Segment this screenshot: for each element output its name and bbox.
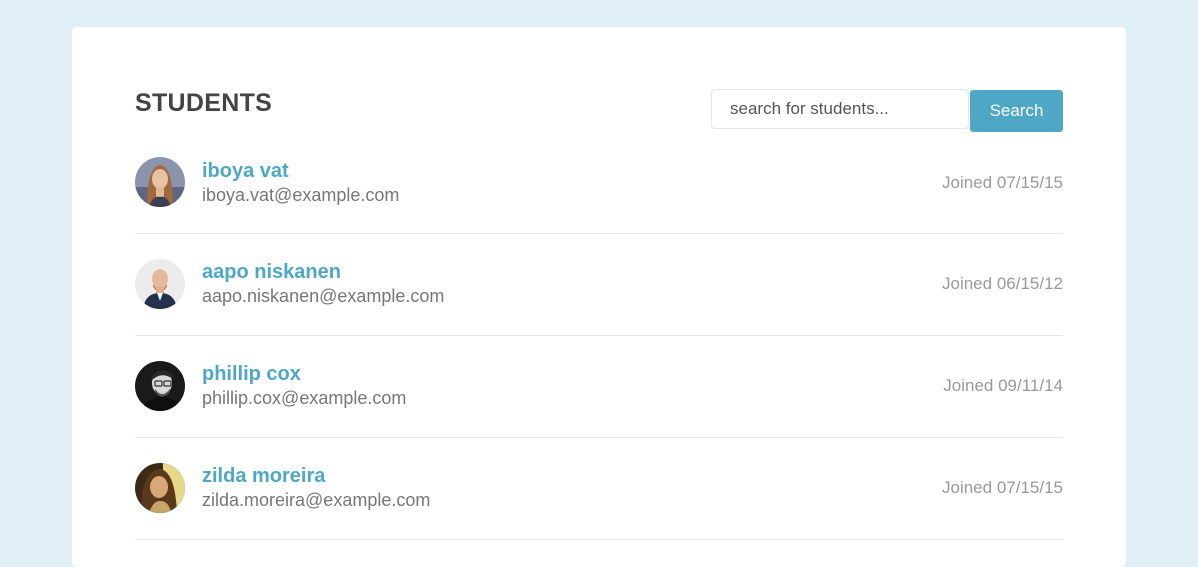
search-input[interactable] — [711, 89, 969, 129]
student-email: phillip.cox@example.com — [202, 388, 407, 408]
student-name-link[interactable]: iboya vat — [202, 159, 399, 183]
students-card: STUDENTS Search iboya vat iboya.vat@exam… — [72, 27, 1126, 567]
avatar-photo-man-glasses-icon — [135, 361, 185, 411]
student-email: zilda.moreira@example.com — [202, 490, 431, 510]
joined-date: Joined 07/15/15 — [942, 173, 1063, 192]
student-info: aapo niskanen aapo.niskanen@example.com — [202, 260, 444, 308]
student-info: phillip cox phillip.cox@example.com — [202, 362, 406, 410]
student-email: iboya.vat@example.com — [202, 185, 400, 205]
avatar-photo-man-icon — [135, 259, 185, 309]
student-row: phillip cox phillip.cox@example.com Join… — [135, 336, 1063, 438]
joined-date: Joined 09/11/14 — [943, 376, 1063, 395]
avatar[interactable] — [135, 157, 185, 207]
search-bar: Search — [711, 89, 1063, 133]
page-title: STUDENTS — [135, 89, 273, 117]
student-name-link[interactable]: zilda moreira — [202, 464, 430, 488]
search-button[interactable]: Search — [970, 90, 1063, 132]
joined-date: Joined 07/15/15 — [942, 478, 1063, 497]
student-row: aapo niskanen aapo.niskanen@example.com … — [135, 234, 1063, 336]
avatar-photo-woman-icon — [135, 157, 185, 207]
card-header: STUDENTS Search — [135, 89, 1063, 133]
avatar-photo-woman-icon — [135, 463, 185, 513]
student-info: iboya vat iboya.vat@example.com — [202, 159, 399, 207]
avatar[interactable] — [135, 259, 185, 309]
avatar[interactable] — [135, 463, 185, 513]
student-email: aapo.niskanen@example.com — [202, 286, 445, 306]
student-name-link[interactable]: aapo niskanen — [202, 260, 444, 284]
avatar[interactable] — [135, 361, 185, 411]
student-row: iboya vat iboya.vat@example.com Joined 0… — [135, 133, 1063, 234]
joined-date: Joined 06/15/12 — [942, 274, 1063, 293]
student-list: iboya vat iboya.vat@example.com Joined 0… — [135, 133, 1063, 540]
student-name-link[interactable]: phillip cox — [202, 362, 406, 386]
student-row: zilda moreira zilda.moreira@example.com … — [135, 438, 1063, 540]
student-info: zilda moreira zilda.moreira@example.com — [202, 464, 430, 512]
